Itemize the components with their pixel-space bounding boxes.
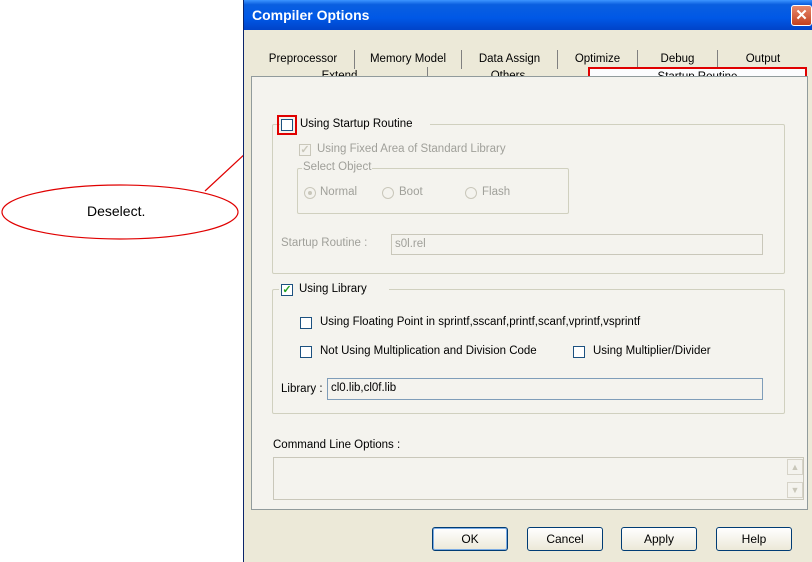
multiplier-label: Using Multiplier/Divider <box>593 345 711 357</box>
mul-div-label: Not Using Multiplication and Division Co… <box>320 345 537 357</box>
tab-panel: Using Startup Routine ✓ Using Fixed Area… <box>251 76 808 510</box>
close-icon[interactable]: ✕ <box>791 5 812 26</box>
radio-boot[interactable] <box>382 187 394 199</box>
title-bar[interactable]: Compiler Options ✕ <box>244 0 812 30</box>
mul-div-checkbox[interactable] <box>300 346 312 358</box>
radio-flash[interactable] <box>465 187 477 199</box>
select-object-label: Select Object <box>302 161 373 173</box>
radio-boot-label: Boot <box>399 186 423 198</box>
library-label: Library : <box>281 383 323 395</box>
using-startup-routine-label: Using Startup Routine <box>300 118 413 130</box>
command-line-label: Command Line Options : <box>273 439 401 451</box>
library-field[interactable]: cl0.lib,cl0f.lib <box>327 378 763 400</box>
startup-routine-label: Startup Routine : <box>281 237 368 249</box>
multiplier-checkbox[interactable] <box>573 346 585 358</box>
compiler-options-dialog: Compiler Options ✕ Preprocessor Memory M… <box>243 0 812 562</box>
fixed-area-checkbox[interactable]: ✓ <box>299 144 311 156</box>
command-line-field[interactable] <box>273 457 804 500</box>
callout-text: Deselect. <box>87 203 146 219</box>
fixed-area-label: Using Fixed Area of Standard Library <box>317 143 506 155</box>
scroll-up-icon[interactable]: ▲ <box>787 459 803 475</box>
radio-normal[interactable] <box>304 187 316 199</box>
radio-normal-label: Normal <box>320 186 358 198</box>
startup-routine-field[interactable]: s0l.rel <box>391 234 763 255</box>
apply-button[interactable]: Apply <box>621 527 697 551</box>
scroll-down-icon[interactable]: ▼ <box>787 482 803 498</box>
dialog-title: Compiler Options <box>252 7 370 23</box>
floating-point-checkbox[interactable] <box>300 317 312 329</box>
deselect-highlight-box <box>277 115 297 135</box>
help-button[interactable]: Help <box>716 527 792 551</box>
using-library-label: Using Library <box>299 283 367 295</box>
ok-button[interactable]: OK <box>432 527 508 551</box>
floating-point-label: Using Floating Point in sprintf,sscanf,p… <box>320 316 641 328</box>
using-library-checkbox[interactable]: ✓ <box>281 284 293 296</box>
radio-flash-label: Flash <box>482 186 511 198</box>
cancel-button[interactable]: Cancel <box>527 527 603 551</box>
